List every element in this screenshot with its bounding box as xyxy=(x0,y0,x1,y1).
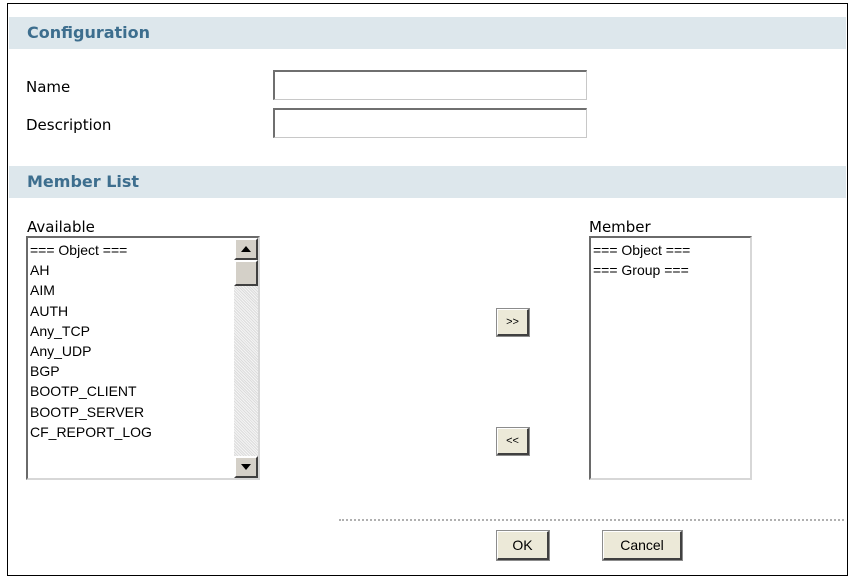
list-item[interactable]: AH xyxy=(30,260,152,280)
add-member-button[interactable]: >> xyxy=(496,308,530,337)
available-scrollbar[interactable] xyxy=(234,238,258,478)
list-item[interactable]: BGP xyxy=(30,361,152,381)
list-item[interactable]: Any_UDP xyxy=(30,341,152,361)
ok-button[interactable]: OK xyxy=(496,530,550,561)
list-item[interactable]: AIM xyxy=(30,280,152,300)
name-label: Name xyxy=(26,78,71,96)
list-item[interactable]: AUTH xyxy=(30,301,152,321)
list-item[interactable]: === Group === xyxy=(593,260,690,280)
configuration-dialog: Configuration Name Description Member Li… xyxy=(7,3,848,576)
list-item[interactable]: BOOTP_CLIENT xyxy=(30,381,152,401)
arrow-down-icon xyxy=(241,464,251,470)
member-list-section-header: Member List xyxy=(9,166,846,198)
member-items-list: === Object === === Group === xyxy=(593,240,690,280)
available-items-list: === Object === AH AIM AUTH Any_TCP Any_UDP BGP… xyxy=(30,240,152,442)
list-item[interactable]: === Object === xyxy=(30,240,152,260)
footer-separator xyxy=(339,519,844,521)
list-item[interactable]: === Object === xyxy=(593,240,690,260)
member-listbox[interactable]: === Object === === Group === xyxy=(589,236,752,480)
name-input[interactable] xyxy=(273,70,587,100)
arrow-up-icon xyxy=(241,246,251,252)
description-label: Description xyxy=(26,116,112,134)
remove-member-button[interactable]: << xyxy=(496,427,530,456)
list-item[interactable]: BOOTP_SERVER xyxy=(30,402,152,422)
available-listbox[interactable]: === Object === AH AIM AUTH Any_TCP Any_UDP BGP… xyxy=(26,236,260,480)
scroll-up-button[interactable] xyxy=(234,238,258,260)
available-label: Available xyxy=(27,218,95,236)
cancel-button[interactable]: Cancel xyxy=(602,530,683,561)
list-item[interactable]: Any_TCP xyxy=(30,321,152,341)
description-input[interactable] xyxy=(273,108,587,138)
member-label: Member xyxy=(589,218,651,236)
configuration-section-header: Configuration xyxy=(9,17,846,49)
list-item[interactable]: CF_REPORT_LOG xyxy=(30,422,152,442)
scroll-down-button[interactable] xyxy=(234,456,258,478)
scroll-thumb[interactable] xyxy=(234,260,258,286)
